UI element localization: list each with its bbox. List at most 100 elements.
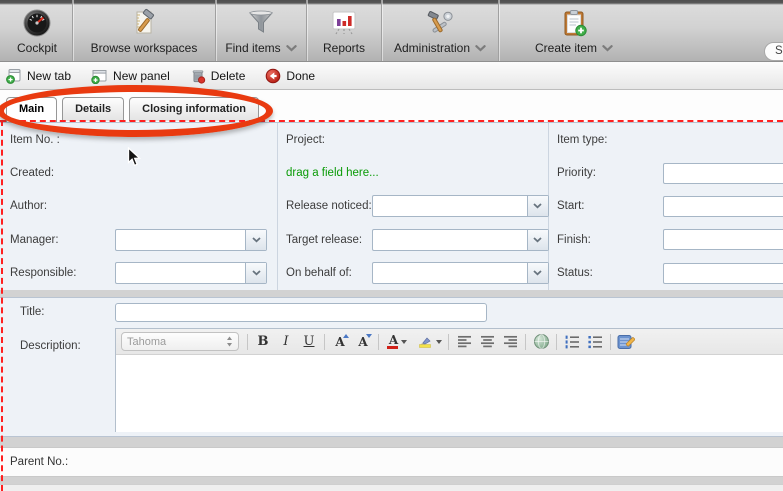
description-label: Description: <box>20 340 81 352</box>
ribbon-button-reports[interactable]: Reports <box>307 0 382 61</box>
new-tab-icon <box>6 68 22 84</box>
decrease-font-button[interactable]: A <box>352 332 374 352</box>
item-type-label: Item type: <box>557 134 608 146</box>
on-behalf-of-label: On behalf of: <box>286 267 352 279</box>
chevron-down-icon <box>533 203 542 209</box>
font-color-button[interactable]: A <box>383 332 413 352</box>
drag-field-drop-hint[interactable]: drag a field here... <box>286 167 379 179</box>
start-input[interactable] <box>663 196 783 217</box>
highlighter-icon <box>417 334 433 349</box>
status-label: Status: <box>557 267 593 279</box>
align-right-icon <box>503 335 518 348</box>
form-column-1: Item No. : Created: Author: Manager: Res… <box>0 123 277 290</box>
form-column-2: Project: drag a field here... Release no… <box>277 123 548 290</box>
tools-icon <box>425 7 455 39</box>
finish-input[interactable] <box>663 229 783 250</box>
align-left-button[interactable] <box>453 332 475 352</box>
form-row: Item type: <box>549 123 783 156</box>
chevron-down-icon <box>602 45 613 52</box>
on-behalf-of-combobox[interactable] <box>372 262 549 284</box>
new-tab-label: New tab <box>27 69 71 83</box>
title-label: Title: <box>20 306 45 318</box>
editor-toolbar: Tahoma B I U A A A <box>116 329 783 355</box>
title-input[interactable] <box>115 303 487 322</box>
italic-button[interactable]: I <box>275 332 297 352</box>
form-row: Responsible: <box>0 257 277 290</box>
manager-combobox[interactable] <box>115 229 267 251</box>
combo-dropdown-button[interactable] <box>245 230 266 250</box>
ordered-list-button[interactable] <box>561 332 583 352</box>
chevron-down-icon <box>533 237 542 243</box>
manager-label: Manager: <box>10 234 59 246</box>
align-right-button[interactable] <box>499 332 521 352</box>
release-noticed-combobox[interactable] <box>372 195 549 217</box>
tab-closing-information[interactable]: Closing information <box>129 97 259 121</box>
ribbon-button-find-items[interactable]: Find items <box>216 0 307 61</box>
status-input[interactable] <box>663 263 783 284</box>
form-row: On behalf of: <box>278 257 560 290</box>
parent-no-panel: Parent No.: <box>0 447 783 477</box>
ribbon-button-administration[interactable]: Administration <box>382 0 499 61</box>
target-release-combobox[interactable] <box>372 229 549 251</box>
form-row: Status: <box>549 257 783 290</box>
bold-glyph: B <box>258 334 269 349</box>
search-button[interactable]: Se <box>764 42 783 61</box>
dropdown-arrow-icon <box>436 340 442 344</box>
edit-source-icon <box>617 334 635 350</box>
ordered-list-icon <box>564 335 580 349</box>
underline-button[interactable]: U <box>298 332 320 352</box>
ribbon-button-create-item[interactable]: Create item <box>499 0 649 61</box>
new-panel-icon <box>91 68 108 84</box>
form-row: Start: <box>549 190 783 223</box>
tab-details[interactable]: Details <box>62 97 124 121</box>
delete-button[interactable]: Delete <box>190 68 246 84</box>
next-panel-edge <box>0 484 783 491</box>
new-tab-button[interactable]: New tab <box>6 68 71 84</box>
increase-font-button[interactable]: A <box>329 332 351 352</box>
form-row: drag a field here... <box>278 156 560 189</box>
unordered-list-button[interactable] <box>584 332 606 352</box>
toolbar-separator <box>247 334 248 350</box>
chevron-down-icon <box>533 270 542 276</box>
ribbon-label: Administration <box>394 41 486 55</box>
combo-dropdown-button[interactable] <box>527 196 548 216</box>
insert-link-button[interactable] <box>530 332 552 352</box>
edit-source-button[interactable] <box>615 332 637 352</box>
combo-dropdown-button[interactable] <box>527 230 548 250</box>
new-panel-button[interactable]: New panel <box>91 68 170 84</box>
toolbar-separator <box>525 334 526 350</box>
ribbon-label: Create item <box>535 41 613 55</box>
ribbon-label: Browse workspaces <box>91 41 198 55</box>
ribbon-button-cockpit[interactable]: Cockpit <box>2 0 73 61</box>
responsible-combobox[interactable] <box>115 262 267 284</box>
align-center-button[interactable] <box>476 332 498 352</box>
toolbar-separator <box>378 334 379 350</box>
ribbon-label: Reports <box>323 41 365 55</box>
done-label: Done <box>286 69 315 83</box>
priority-input[interactable] <box>663 163 783 184</box>
highlight-color-button[interactable] <box>414 332 444 352</box>
start-label: Start: <box>557 200 584 212</box>
italic-glyph: I <box>283 334 288 349</box>
ribbon-button-browse-workspaces[interactable]: Browse workspaces <box>73 0 216 61</box>
combo-dropdown-button[interactable] <box>527 263 548 283</box>
align-left-icon <box>457 335 472 348</box>
finish-label: Finish: <box>557 234 591 246</box>
combo-dropdown-button[interactable] <box>245 263 266 283</box>
font-family-select[interactable]: Tahoma <box>121 332 239 351</box>
tab-bar: Main Details Closing information <box>0 90 783 122</box>
description-textarea[interactable] <box>116 355 783 432</box>
priority-label: Priority: <box>557 167 596 179</box>
tab-main[interactable]: Main <box>6 97 57 122</box>
form-row: Priority: <box>549 156 783 189</box>
bar-chart-icon <box>329 7 359 39</box>
caret-up-icon <box>343 334 349 338</box>
bold-button[interactable]: B <box>252 332 274 352</box>
chevron-down-icon <box>475 45 486 52</box>
done-button[interactable]: Done <box>265 68 315 84</box>
responsible-label: Responsible: <box>10 267 76 279</box>
form-row: Item No. : <box>0 123 277 156</box>
panel-toolbar: New tab New panel Delete Done <box>0 62 783 90</box>
form-row: Finish: <box>549 223 783 256</box>
created-label: Created: <box>10 167 54 179</box>
